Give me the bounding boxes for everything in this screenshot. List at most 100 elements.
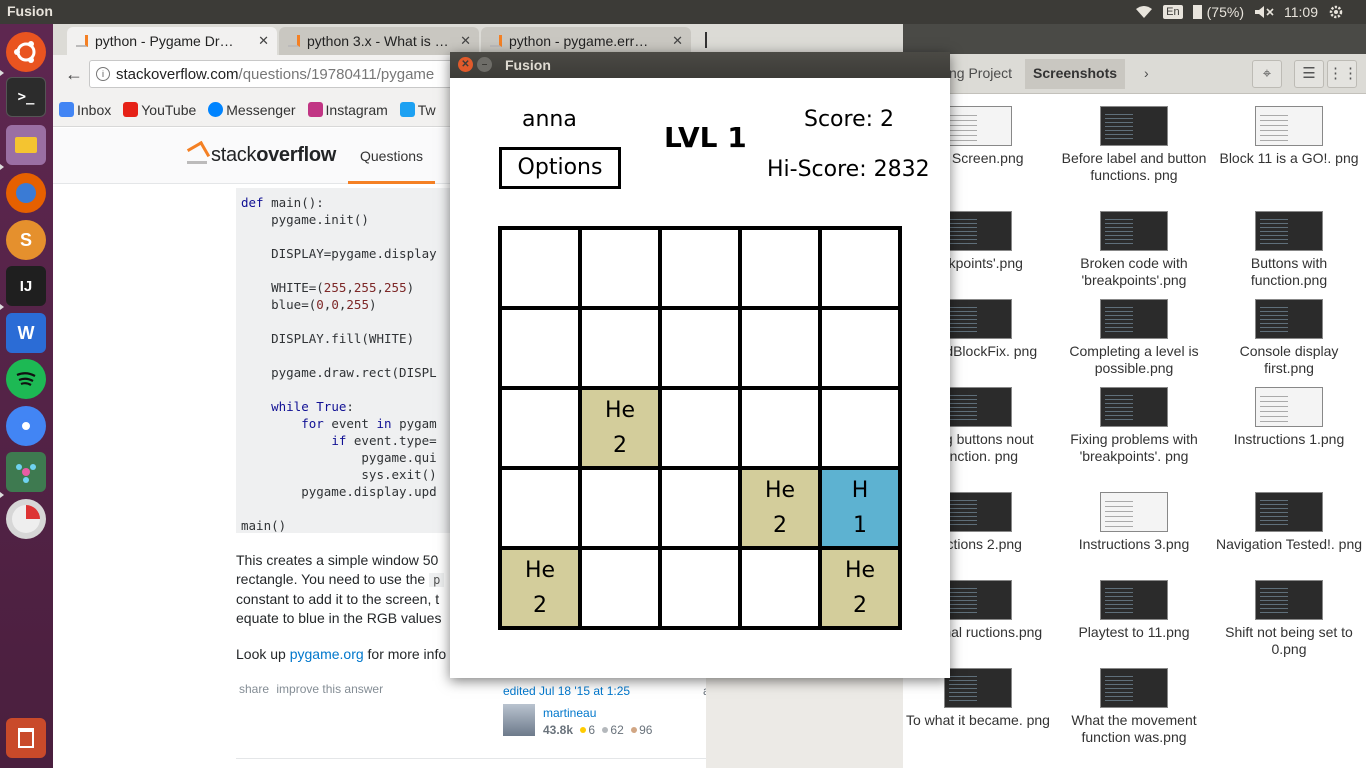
empty-cell[interactable] <box>662 310 738 386</box>
file-item[interactable]: Block 11 is a GO!. png <box>1214 106 1364 167</box>
bookmark-instagram[interactable]: Instagram <box>307 102 388 118</box>
tab-close-icon[interactable]: ✕ <box>258 33 269 49</box>
empty-cell[interactable] <box>662 470 738 546</box>
wifi-icon[interactable] <box>1135 5 1153 19</box>
tab-close-icon[interactable]: ✕ <box>672 33 683 49</box>
info-icon[interactable]: i <box>96 67 110 81</box>
running-indicator <box>0 164 4 170</box>
firefox-icon[interactable] <box>6 173 46 213</box>
bookmark-twitter[interactable]: Tw <box>399 102 436 118</box>
folder-icon[interactable] <box>6 125 46 165</box>
bookmark-youtube[interactable]: YouTube <box>123 102 196 118</box>
bookmark-messenger[interactable]: Messenger <box>208 102 296 118</box>
new-tab-button[interactable] <box>705 32 707 48</box>
minimize-icon[interactable]: – <box>477 57 492 72</box>
so-nav-questions[interactable]: Questions <box>348 128 436 184</box>
empty-cell[interactable] <box>742 230 818 306</box>
power-gear-icon[interactable] <box>1328 4 1344 20</box>
empty-cell[interactable] <box>822 230 898 306</box>
empty-cell[interactable] <box>582 470 658 546</box>
location-icon[interactable]: ⌖ <box>1252 60 1282 88</box>
empty-cell[interactable] <box>822 390 898 466</box>
intellij-icon[interactable]: IJ <box>6 266 46 306</box>
battery-indicator[interactable]: (75%) <box>1192 4 1244 20</box>
disk-icon[interactable] <box>6 499 46 539</box>
element-tile[interactable]: He 2 <box>822 550 898 626</box>
spotify-icon[interactable] <box>6 359 46 399</box>
rep-score: 43.8k <box>543 723 574 737</box>
empty-cell[interactable] <box>822 310 898 386</box>
browser-tab[interactable]: python - pygame.err… ✕ <box>481 27 691 55</box>
file-thumbnail-icon <box>1100 668 1168 708</box>
file-item[interactable]: What the movement function was.png <box>1059 668 1209 746</box>
fusion-game-window: ✕ – Fusion anna LVL 1 Score: 2 Hi-Score:… <box>450 52 950 678</box>
file-item[interactable]: Instructions 1.png <box>1214 387 1364 448</box>
empty-cell[interactable] <box>742 390 818 466</box>
address-bar[interactable]: i stackoverflow.com/questions/19780411/p… <box>89 60 489 88</box>
user-name[interactable]: martineau <box>543 706 596 720</box>
back-arrow-icon[interactable]: ← <box>61 61 87 87</box>
file-item[interactable]: Navigation Tested!. png <box>1214 492 1364 553</box>
file-item[interactable]: Broken code with 'breakpoints'.png <box>1059 211 1209 289</box>
file-item[interactable]: Before label and button functions. png <box>1059 106 1209 184</box>
breadcrumb-forward-icon[interactable]: › <box>1136 59 1157 89</box>
list-view-icon[interactable]: ☰ <box>1294 60 1324 88</box>
file-item[interactable]: Console display first.png <box>1214 299 1364 377</box>
grid-view-icon[interactable]: ⋮⋮ <box>1327 60 1358 88</box>
empty-cell[interactable] <box>742 310 818 386</box>
element-tile[interactable]: H1 <box>822 470 898 546</box>
empty-cell[interactable] <box>662 390 738 466</box>
file-thumbnail-icon <box>1100 492 1168 532</box>
element-tile[interactable]: He 2 <box>742 470 818 546</box>
empty-cell[interactable] <box>502 390 578 466</box>
window-title: Fusion <box>505 57 551 73</box>
edited-link[interactable]: edited Jul 18 '15 at 1:25 <box>503 684 630 698</box>
empty-cell[interactable] <box>582 550 658 626</box>
trash-icon[interactable] <box>6 718 46 758</box>
so-logo[interactable]: stackoverflow <box>187 142 336 167</box>
pygame-link[interactable]: pygame.org <box>290 646 364 662</box>
file-item[interactable]: Playtest to 11.png <box>1059 580 1209 641</box>
empty-cell[interactable] <box>502 310 578 386</box>
s-icon[interactable]: S <box>6 220 46 260</box>
share-link[interactable]: share <box>239 682 269 696</box>
file-item[interactable]: Completing a level is possible.png <box>1059 299 1209 377</box>
browser-tab[interactable]: python 3.x - What is … ✕ <box>279 27 479 55</box>
file-item[interactable]: Shift not being set to 0.png <box>1214 580 1364 658</box>
terminal-icon[interactable]: >_ <box>6 77 46 117</box>
game-grid: He 2 He 2 H 1 He 2 He 2 <box>498 226 902 630</box>
silver-badge-icon <box>602 727 609 733</box>
empty-cell[interactable] <box>502 230 578 306</box>
fusion-icon[interactable] <box>6 452 46 492</box>
volume-muted-icon[interactable] <box>1254 5 1274 19</box>
file-item[interactable]: Instructions 3.png <box>1059 492 1209 553</box>
options-button[interactable]: Options <box>499 147 621 189</box>
tab-close-icon[interactable]: ✕ <box>460 33 471 49</box>
file-thumbnail-icon <box>1100 299 1168 339</box>
chrome-icon[interactable] <box>6 406 46 446</box>
empty-cell[interactable] <box>662 230 738 306</box>
element-tile[interactable]: He 2 <box>582 390 658 466</box>
empty-cell[interactable] <box>582 310 658 386</box>
clock[interactable]: 11:09 <box>1284 4 1318 20</box>
tab-strip: python - Pygame Dr… ✕ python 3.x - What … <box>53 24 903 55</box>
breadcrumb-current[interactable]: Screenshots <box>1025 59 1126 89</box>
file-item[interactable]: Fixing problems with 'breakpoints'. png <box>1059 387 1209 465</box>
file-item[interactable]: Buttons with function.png <box>1214 211 1364 289</box>
close-icon[interactable]: ✕ <box>458 57 473 72</box>
empty-cell[interactable] <box>502 470 578 546</box>
browser-tab[interactable]: python - Pygame Dr… ✕ <box>67 27 277 55</box>
empty-cell[interactable] <box>662 550 738 626</box>
so-favicon-icon <box>490 35 502 47</box>
file-label: Before label and button functions. png <box>1061 150 1207 183</box>
empty-cell[interactable] <box>582 230 658 306</box>
avatar[interactable] <box>503 704 535 736</box>
ubuntu-icon[interactable] <box>6 32 46 72</box>
element-tile[interactable]: He 2 <box>502 550 578 626</box>
improve-link[interactable]: improve this answer <box>276 682 383 696</box>
breadcrumb-parent[interactable]: ng Project <box>941 59 1020 89</box>
w-icon[interactable]: W <box>6 313 46 353</box>
bookmark-inbox[interactable]: Inbox <box>59 102 111 118</box>
empty-cell[interactable] <box>742 550 818 626</box>
keyboard-layout-indicator[interactable]: En <box>1163 5 1183 19</box>
